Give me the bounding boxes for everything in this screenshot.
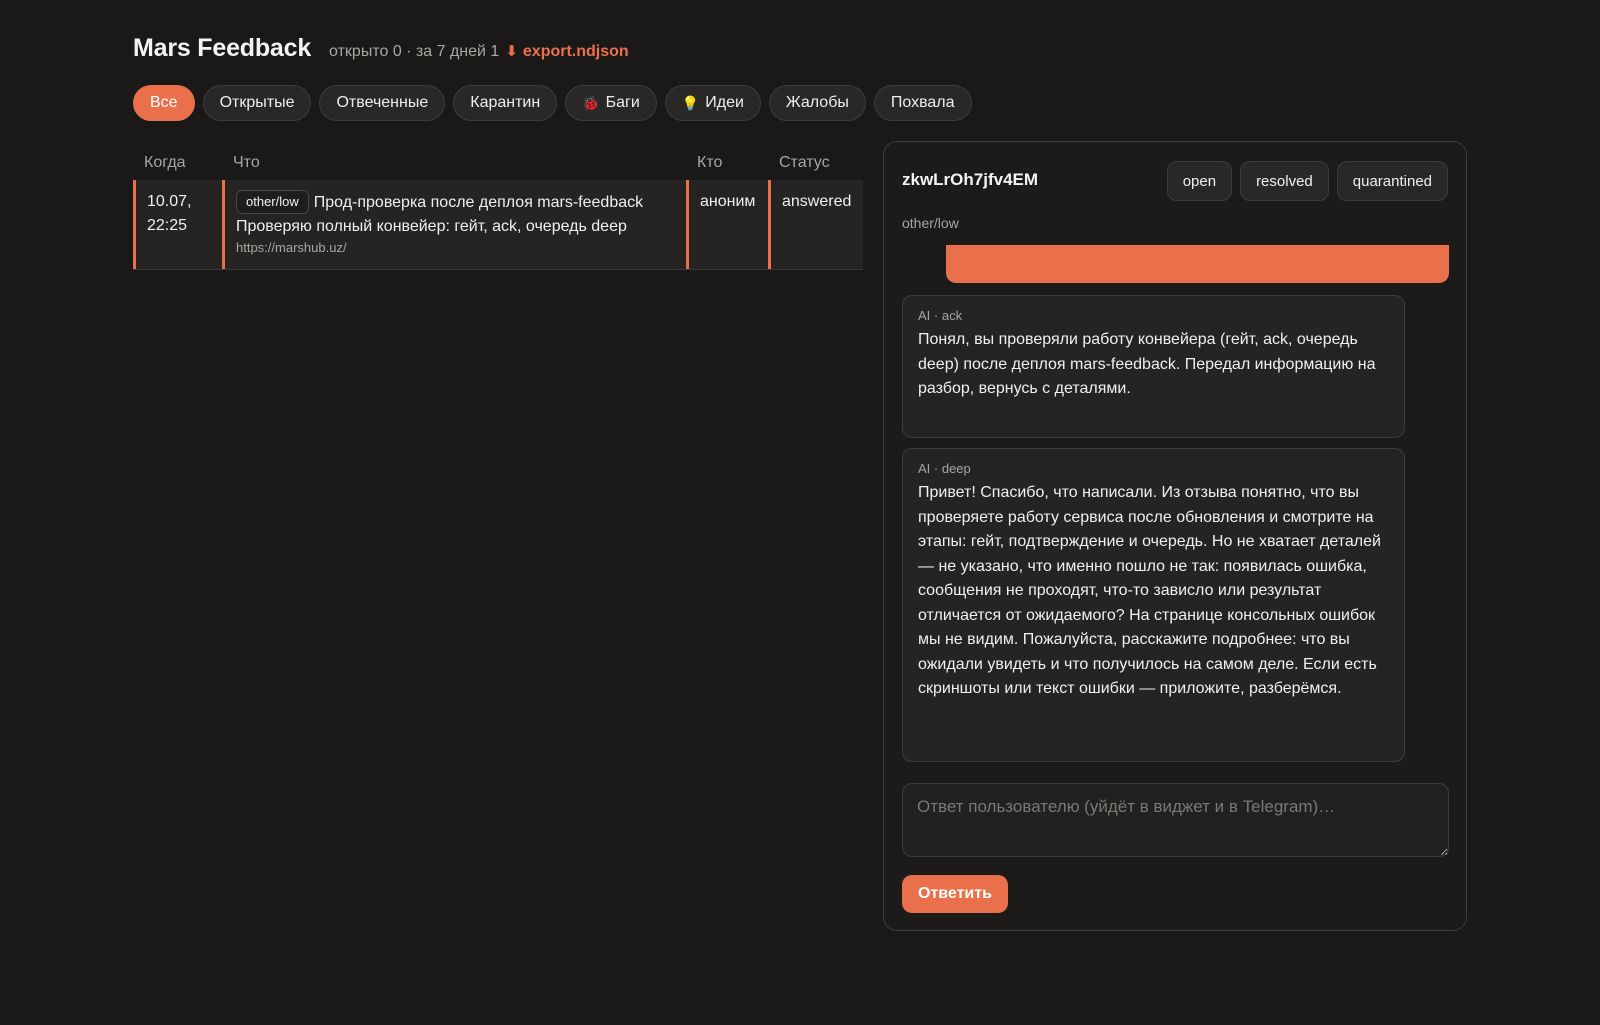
column-header-who: Кто [697,154,723,171]
bug-icon: 🐞 [582,94,600,111]
page: Mars Feedback открыто 0 · за 7 дней 1 ⬇ … [0,0,1600,1025]
status-resolved-button[interactable]: resolved [1240,161,1329,201]
filter-label: Похвала [890,94,955,111]
filter-ideas[interactable]: 💡 Идеи [664,85,761,121]
column-header-when: Когда [144,154,186,171]
header: Mars Feedback открыто 0 · за 7 дней 1 ⬇ … [133,34,629,63]
detail-category: other/low [902,215,959,231]
download-arrow-icon: ⬇ [505,43,518,60]
ai-message-ack: AI · ack Понял, вы проверяли работу конв… [902,295,1405,438]
status-buttons: open resolved quarantined [1166,161,1448,201]
status-open-button[interactable]: open [1166,161,1233,201]
timestamp: 10.07, 22:25 [147,193,192,234]
filter-label: Идеи [705,94,744,111]
table-row[interactable]: 10.07, 22:25 other/low Прод-проверка посл… [133,180,863,270]
filter-label: Открытые [219,94,295,111]
ai-message-deep: AI · deep Привет! Спасибо, что написали.… [902,448,1405,762]
filter-label: Баги [605,94,640,111]
feedback-url: https://marshub.uz/ [236,240,347,255]
column-header-status: Статус [779,154,830,171]
cell-when: 10.07, 22:25 [133,180,222,269]
filter-praise[interactable]: Похвала [873,85,972,121]
user-message-bubble [946,245,1449,283]
filter-open[interactable]: Открытые [202,85,312,121]
filter-answered[interactable]: Отвеченные [319,85,446,121]
header-meta: открыто 0 · за 7 дней 1 ⬇ export.ndjson [329,42,629,61]
filter-complaints[interactable]: Жалобы [768,85,866,121]
filter-all[interactable]: Все [133,85,195,121]
filter-bugs[interactable]: 🐞 Баги [565,85,657,121]
feedback-body: Проверяю полный конвейер: гейт, ack, оче… [236,218,627,235]
cell-status: answered [768,180,863,269]
stats-text: открыто 0 · за 7 дней 1 [329,43,500,60]
message-text: Понял, вы проверяли работу конвейера (ге… [918,331,1376,397]
feedback-title: Прод-проверка после деплоя mars-feedback [313,194,644,211]
send-reply-button[interactable]: Ответить [902,875,1008,913]
message-label: AI · deep [918,461,971,476]
feedback-table: Когда Что Кто Статус 10.07, 22:25 other/… [133,146,863,270]
filter-label: Карантин [470,94,541,111]
message-label: AI · ack [918,308,963,323]
export-label: export.ndjson [522,43,629,60]
filter-label: Отвеченные [336,94,429,111]
category-tag: other/low [236,190,309,214]
status-quarantined-button[interactable]: quarantined [1336,161,1448,201]
filter-label: Все [150,94,178,111]
export-link[interactable]: ⬇ export.ndjson [505,42,628,61]
cell-what: other/low Прод-проверка после деплоя mars… [222,180,686,269]
filter-quarantine[interactable]: Карантин [453,85,558,121]
column-header-what: Что [233,154,260,171]
page-title: Mars Feedback [133,34,312,62]
lightbulb-icon: 💡 [681,94,700,111]
reply-input[interactable] [902,783,1449,857]
feedback-id: zkwLrOh7jfv4EM [902,170,1039,189]
message-text: Привет! Спасибо, что написали. Из отзыва… [918,484,1381,697]
detail-panel: zkwLrOh7jfv4EM open resolved quarantined… [883,141,1467,931]
table-header: Когда Что Кто Статус [133,146,863,180]
filter-label: Жалобы [785,94,849,111]
filter-bar: Все Открытые Отвеченные Карантин 🐞 Баги 💡… [133,85,972,121]
cell-who: аноним [686,180,768,269]
